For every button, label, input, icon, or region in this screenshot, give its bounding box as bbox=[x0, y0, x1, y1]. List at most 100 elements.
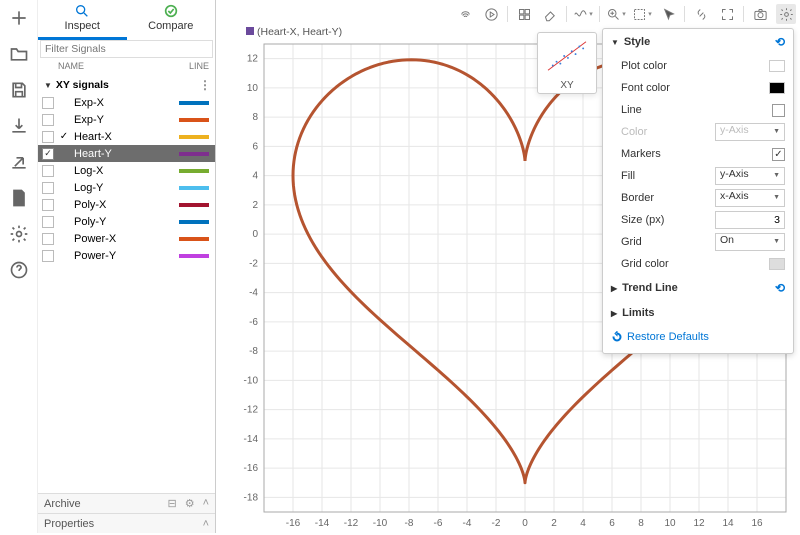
markers-label: Markers bbox=[621, 148, 766, 160]
line-checkbox[interactable] bbox=[772, 104, 785, 117]
markers-checkbox[interactable]: ✓ bbox=[772, 148, 785, 161]
grid-icon[interactable] bbox=[514, 4, 534, 24]
style-section-label: Style bbox=[624, 36, 650, 48]
archive-gear-icon[interactable]: ⚙ bbox=[185, 497, 195, 510]
signal-name: Heart-X bbox=[74, 131, 179, 143]
border-select[interactable]: x-Axis bbox=[715, 189, 785, 207]
signal-row[interactable]: Poly-X bbox=[38, 196, 215, 213]
pointer-icon[interactable] bbox=[658, 4, 678, 24]
tab-inspect[interactable]: Inspect bbox=[38, 0, 127, 40]
fill-select[interactable]: y-Axis bbox=[715, 167, 785, 185]
signal-checkbox[interactable] bbox=[42, 114, 54, 126]
archive-label: Archive bbox=[44, 498, 81, 510]
signal-checkbox[interactable] bbox=[42, 216, 54, 228]
fingerprint-icon[interactable] bbox=[455, 4, 475, 24]
export-icon[interactable] bbox=[0, 144, 38, 180]
properties-expand-icon[interactable]: ˄ bbox=[203, 518, 209, 530]
zoom-icon[interactable] bbox=[606, 4, 626, 24]
signal-row[interactable]: Power-Y bbox=[38, 247, 215, 264]
trend-reset-icon[interactable]: ⟲ bbox=[775, 281, 785, 295]
camera-icon[interactable] bbox=[750, 4, 770, 24]
signal-checkbox[interactable] bbox=[42, 199, 54, 211]
signal-line-swatch bbox=[179, 220, 209, 224]
svg-text:-4: -4 bbox=[249, 288, 258, 299]
save-icon[interactable] bbox=[0, 72, 38, 108]
signal-checkbox[interactable] bbox=[42, 250, 54, 262]
signal-row[interactable]: Power-X bbox=[38, 230, 215, 247]
svg-text:-8: -8 bbox=[249, 346, 258, 357]
grid-color-swatch[interactable] bbox=[769, 258, 785, 270]
svg-text:2: 2 bbox=[551, 518, 557, 529]
signal-row[interactable]: Log-X bbox=[38, 162, 215, 179]
signal-name: Log-X bbox=[74, 165, 179, 177]
document-icon[interactable] bbox=[0, 180, 38, 216]
archive-expand-icon[interactable]: ˄ bbox=[203, 497, 209, 510]
signal-checkbox[interactable]: ✓ bbox=[42, 148, 54, 160]
svg-text:-6: -6 bbox=[434, 518, 443, 529]
expand-icon[interactable] bbox=[717, 4, 737, 24]
svg-text:-2: -2 bbox=[249, 258, 258, 269]
limits-section-label: Limits bbox=[622, 307, 654, 319]
svg-text:12: 12 bbox=[693, 518, 705, 529]
fill-label: Fill bbox=[621, 170, 709, 182]
plot-settings-icon[interactable] bbox=[776, 4, 796, 24]
waveform-icon[interactable] bbox=[573, 4, 593, 24]
signal-group-label: XY signals bbox=[56, 79, 109, 91]
limits-section-header[interactable]: Limits bbox=[603, 301, 793, 325]
restore-defaults-button[interactable]: Restore Defaults bbox=[603, 325, 793, 349]
trend-section-header[interactable]: Trend Line ⟲ bbox=[603, 275, 793, 301]
download-icon[interactable] bbox=[0, 108, 38, 144]
viz-thumbnail[interactable]: XY bbox=[537, 32, 597, 94]
style-section-header[interactable]: Style ⟲ bbox=[603, 29, 793, 55]
help-icon[interactable] bbox=[0, 252, 38, 288]
svg-text:-8: -8 bbox=[405, 518, 414, 529]
signal-line-swatch bbox=[179, 152, 209, 156]
link-icon[interactable] bbox=[691, 4, 711, 24]
svg-text:-18: -18 bbox=[244, 492, 259, 503]
font-color-swatch[interactable] bbox=[769, 82, 785, 94]
svg-text:6: 6 bbox=[252, 141, 258, 152]
folder-icon[interactable] bbox=[0, 36, 38, 72]
style-reset-icon[interactable]: ⟲ bbox=[775, 35, 785, 49]
signal-checkbox[interactable] bbox=[42, 97, 54, 109]
signal-group-header[interactable]: XY signals ⋮ bbox=[38, 76, 215, 94]
grid-select[interactable]: On bbox=[715, 233, 785, 251]
signal-checkbox[interactable] bbox=[42, 165, 54, 177]
font-color-label: Font color bbox=[621, 82, 763, 94]
svg-text:-16: -16 bbox=[286, 518, 301, 529]
plot-color-label: Plot color bbox=[621, 60, 763, 72]
signal-name: Log-Y bbox=[74, 182, 179, 194]
signal-checkbox[interactable] bbox=[42, 131, 54, 143]
add-icon[interactable] bbox=[0, 0, 38, 36]
signal-row[interactable]: ✓Heart-Y bbox=[38, 145, 215, 162]
svg-text:0: 0 bbox=[522, 518, 528, 529]
fit-icon[interactable] bbox=[632, 4, 652, 24]
plot-color-swatch[interactable] bbox=[769, 60, 785, 72]
more-icon[interactable]: ⋮ bbox=[199, 78, 211, 92]
signal-name: Power-X bbox=[74, 233, 179, 245]
svg-text:8: 8 bbox=[638, 518, 644, 529]
signal-checkbox[interactable] bbox=[42, 233, 54, 245]
signal-row[interactable]: Exp-X bbox=[38, 94, 215, 111]
signal-row[interactable]: Log-Y bbox=[38, 179, 215, 196]
svg-text:-14: -14 bbox=[244, 434, 259, 445]
svg-text:0: 0 bbox=[252, 229, 258, 240]
play-icon[interactable] bbox=[481, 4, 501, 24]
signal-line-swatch bbox=[179, 203, 209, 207]
signals-panel: Inspect Compare NAME LINE XY signals ⋮ E… bbox=[38, 0, 216, 533]
settings-icon[interactable] bbox=[0, 216, 38, 252]
signal-checkbox[interactable] bbox=[42, 182, 54, 194]
signal-row[interactable]: Poly-Y bbox=[38, 213, 215, 230]
trend-section-label: Trend Line bbox=[622, 282, 678, 294]
archive-pin-icon[interactable]: ⊟ bbox=[167, 497, 176, 510]
archive-section[interactable]: Archive ⊟ ⚙ ˄ bbox=[38, 493, 215, 513]
properties-section[interactable]: Properties ˄ bbox=[38, 513, 215, 533]
tab-compare[interactable]: Compare bbox=[127, 0, 216, 40]
filter-signals-input[interactable] bbox=[40, 40, 213, 58]
size-input[interactable] bbox=[715, 211, 785, 229]
svg-text:-6: -6 bbox=[249, 317, 258, 328]
style-popover: XY Style ⟲ Plot color Font color Line Co… bbox=[602, 28, 794, 354]
eraser-icon[interactable] bbox=[540, 4, 560, 24]
signal-row[interactable]: Exp-Y bbox=[38, 111, 215, 128]
signal-row[interactable]: ✓Heart-X bbox=[38, 128, 215, 145]
